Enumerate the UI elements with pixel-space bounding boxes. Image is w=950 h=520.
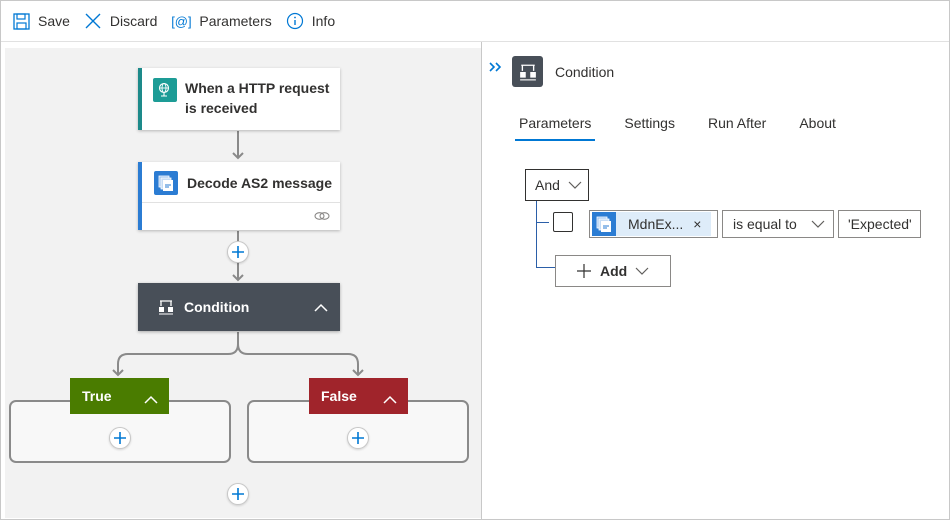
- add-row-button[interactable]: Add: [555, 255, 671, 287]
- panel-title: Condition: [555, 64, 615, 80]
- token-label: MdnEx...: [628, 216, 684, 232]
- tab-run-after[interactable]: Run After: [704, 112, 770, 141]
- row-select-checkbox[interactable]: [553, 212, 573, 232]
- globe-request-icon: [153, 78, 177, 102]
- condition-title: Condition: [184, 299, 250, 315]
- tab-parameters[interactable]: Parameters: [515, 112, 596, 141]
- tab-about[interactable]: About: [795, 112, 840, 141]
- save-icon: [12, 12, 30, 30]
- decode-title: Decode AS2 message: [187, 175, 332, 191]
- comparison-value: 'Expected': [848, 216, 912, 232]
- close-icon: [84, 12, 102, 30]
- toolbar: Save Discard [@] Parameters Info: [1, 1, 949, 42]
- discard-label: Discard: [109, 13, 158, 29]
- parameters-icon: [@]: [171, 13, 192, 29]
- false-branch-header[interactable]: False: [309, 378, 408, 414]
- chevron-down-icon: [568, 181, 582, 189]
- card-separator: [142, 202, 340, 203]
- trigger-title-line2: is received: [185, 100, 258, 116]
- plus-icon: [232, 246, 244, 258]
- condition-card[interactable]: Condition: [138, 283, 340, 331]
- collapse-chevron-icon[interactable]: [314, 299, 328, 317]
- condition-icon: [158, 299, 174, 315]
- trigger-card-http-request[interactable]: When a HTTP request is received: [138, 68, 340, 130]
- add-action-true-button[interactable]: [109, 427, 131, 449]
- false-branch-label: False: [321, 388, 357, 404]
- comparison-operator-dropdown[interactable]: is equal to: [722, 210, 834, 238]
- trigger-title-line1: When a HTTP request: [185, 80, 330, 96]
- tree-line: [536, 222, 549, 223]
- panel-tabs: Parameters Settings Run After About: [515, 112, 865, 141]
- tree-line: [536, 267, 555, 268]
- plus-icon: [352, 432, 364, 444]
- group-operator-value: And: [535, 177, 560, 193]
- as2-document-icon: [592, 212, 616, 236]
- parameters-button[interactable]: [@] Parameters: [171, 12, 272, 30]
- remove-token-icon[interactable]: ×: [693, 216, 701, 232]
- action-card-decode-as2[interactable]: Decode AS2 message: [138, 162, 340, 230]
- collapse-panel-icon[interactable]: [489, 60, 503, 76]
- true-branch-header[interactable]: True: [70, 378, 169, 414]
- operator-value: is equal to: [733, 216, 797, 232]
- comparison-value-field[interactable]: 'Expected': [838, 210, 921, 238]
- chevron-down-icon: [811, 220, 825, 228]
- condition-icon: [512, 56, 543, 87]
- collapse-chevron-icon[interactable]: [144, 391, 158, 407]
- condition-operand-field[interactable]: MdnEx... ×: [589, 210, 718, 238]
- save-button[interactable]: Save: [12, 12, 70, 30]
- plus-icon: [232, 488, 244, 500]
- add-label: Add: [600, 263, 628, 279]
- dynamic-content-token[interactable]: MdnEx... ×: [592, 212, 711, 236]
- tree-line: [536, 201, 537, 268]
- true-branch-label: True: [82, 388, 112, 404]
- insert-step-after-condition-button[interactable]: [227, 483, 249, 505]
- tab-settings[interactable]: Settings: [620, 112, 679, 141]
- add-action-false-button[interactable]: [347, 427, 369, 449]
- plus-icon: [114, 432, 126, 444]
- panel-divider: [481, 42, 482, 519]
- discard-button[interactable]: Discard: [84, 12, 157, 30]
- group-operator-dropdown[interactable]: And: [525, 169, 589, 201]
- parameters-label: Parameters: [199, 13, 272, 29]
- chevron-down-icon: [635, 267, 649, 275]
- insert-step-button[interactable]: [227, 241, 249, 263]
- collapse-chevron-icon[interactable]: [383, 391, 397, 407]
- plus-icon: [576, 263, 592, 279]
- save-label: Save: [38, 13, 70, 29]
- info-icon: [286, 12, 304, 30]
- info-label: Info: [311, 13, 336, 29]
- link-icon[interactable]: [314, 209, 330, 227]
- as2-document-icon: [154, 171, 178, 195]
- info-button[interactable]: Info: [286, 12, 335, 30]
